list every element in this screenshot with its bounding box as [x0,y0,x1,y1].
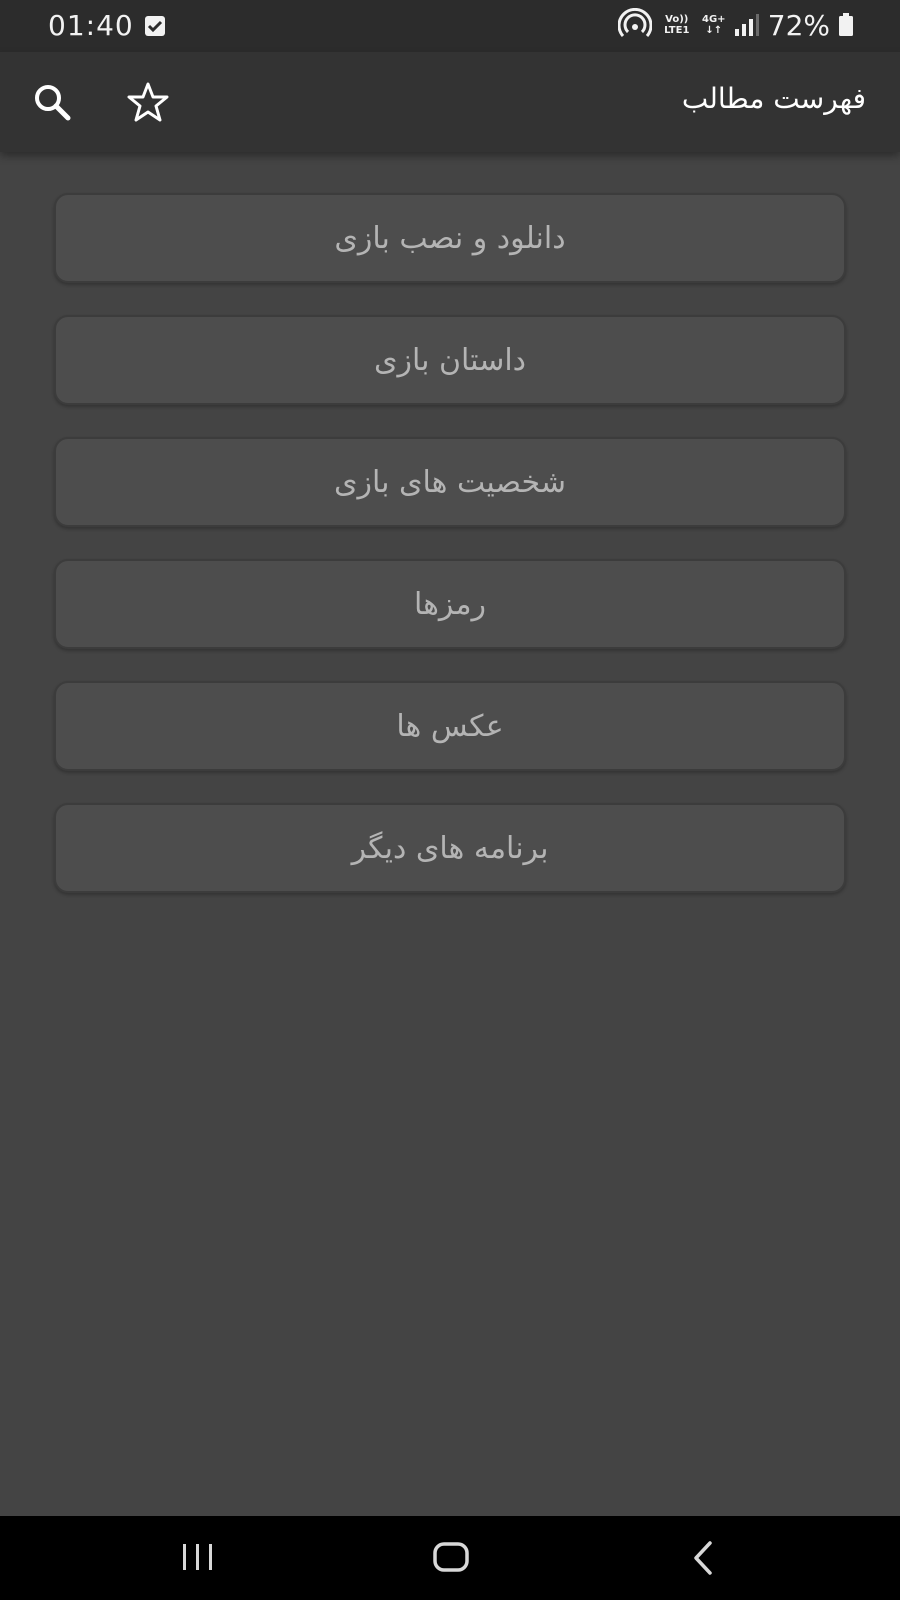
menu-item-download-install[interactable]: دانلود و نصب بازی [54,193,846,283]
menu-item-cheats[interactable]: رمزها [54,559,846,649]
status-time: 01:40 [48,9,134,42]
menu-item-photos[interactable]: عکس ها [54,681,846,771]
menu-list: دانلود و نصب بازی داستان بازی شخصیت های … [54,193,846,925]
volte-top: Vo)) [665,14,689,25]
app-bar: فهرست مطالب [0,52,900,152]
system-nav-bar [0,1516,900,1600]
hotspot-icon [617,8,652,37]
battery-percent: 72% [767,8,830,42]
search-icon[interactable] [30,80,74,124]
volte-indicator: Vo)) LTE1 [660,14,694,36]
menu-item-other-apps[interactable]: برنامه های دیگر [54,803,846,893]
page-title: فهرست مطالب [681,82,866,115]
star-icon[interactable] [126,80,170,124]
network-type-indicator: 4G+ ↓↑ [702,14,726,36]
network-bottom: ↓↑ [705,25,723,36]
check-notification-icon [145,16,165,36]
back-icon[interactable] [690,1540,716,1576]
volte-bottom: LTE1 [664,25,690,36]
status-icons: Vo)) LTE1 4G+ ↓↑ 72% [617,8,854,42]
recents-icon[interactable] [180,1542,216,1572]
network-top: 4G+ [701,14,726,25]
signal-icon [734,14,759,36]
battery-icon [839,13,853,36]
menu-item-game-story[interactable]: داستان بازی [54,315,846,405]
menu-item-game-characters[interactable]: شخصیت های بازی [54,437,846,527]
status-bar: 01:40 Vo)) LTE1 4G+ ↓↑ 72% [0,0,900,52]
home-icon[interactable] [432,1540,470,1574]
